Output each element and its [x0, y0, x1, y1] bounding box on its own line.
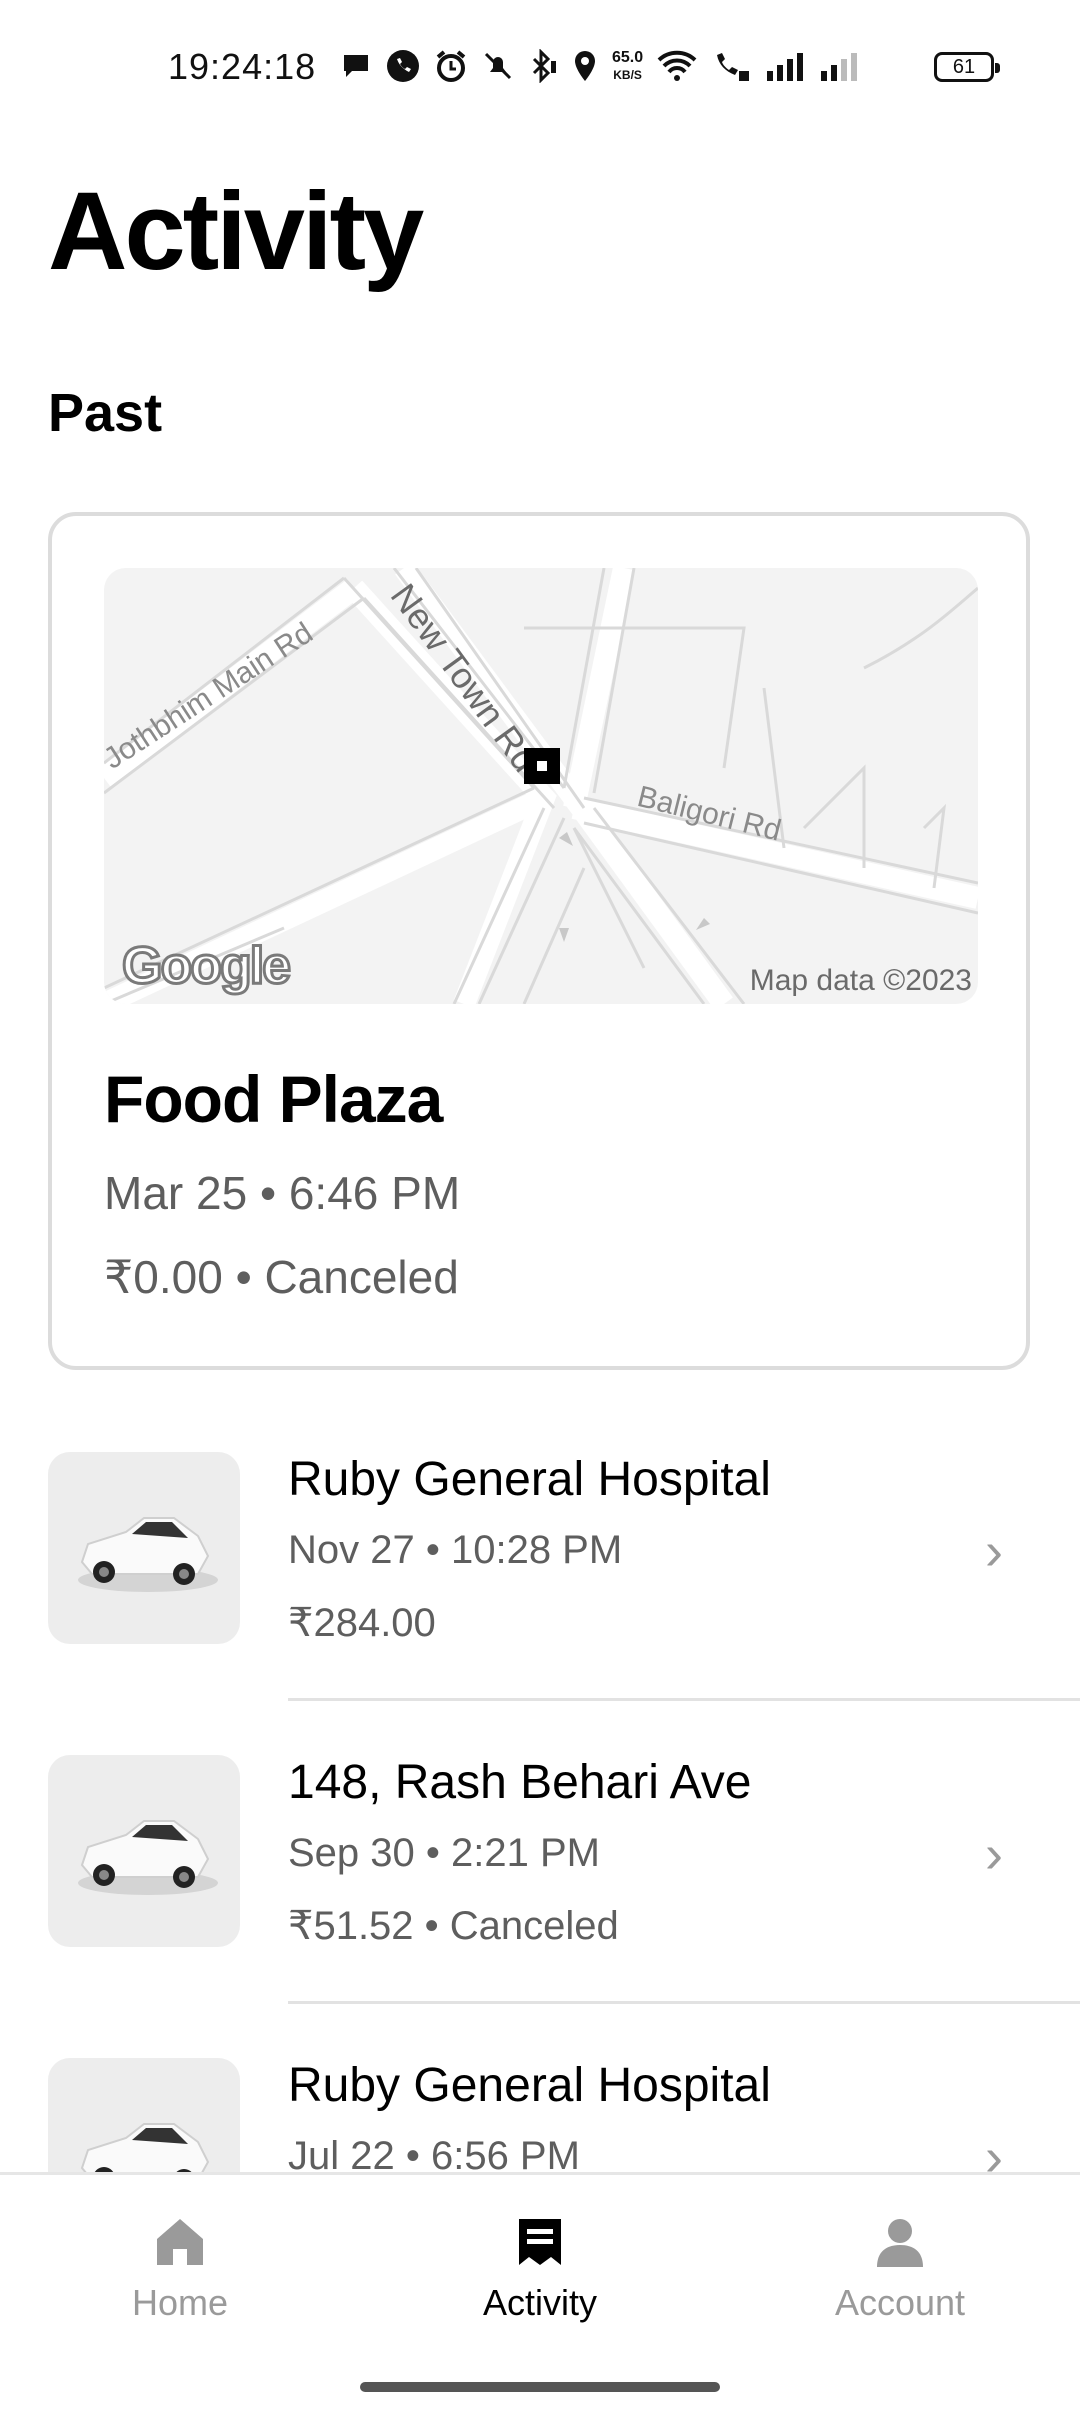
divider — [288, 1698, 1080, 1701]
featured-trip-datetime: Mar 25 • 6:46 PM — [104, 1167, 461, 1219]
car-thumbnail — [48, 1452, 240, 1644]
wifi-icon — [657, 50, 697, 81]
home-icon — [157, 2219, 203, 2265]
status-time: 19:24:18 — [168, 46, 317, 87]
trip-destination: Ruby General Hospital — [288, 2059, 771, 2112]
alarm-icon — [436, 50, 466, 82]
bottom-navigation: Home Activity Account — [0, 2172, 1080, 2415]
status-icons: 65.0 KB/S — [340, 44, 859, 88]
nav-tab-activity[interactable]: Activity — [420, 2215, 660, 2324]
nav-tab-home[interactable]: Home — [60, 2215, 300, 2324]
nav-label-activity: Activity — [482, 2282, 597, 2323]
wifi-call-icon — [717, 53, 750, 81]
featured-trip-price: ₹0.00 • Canceled — [104, 1251, 459, 1303]
page-title: Activity — [48, 170, 424, 293]
trip-list-item[interactable]: Ruby General Hospital Nov 27 • 10:28 PM … — [0, 1452, 1080, 1754]
trip-list-item[interactable]: 148, Rash Behari Ave Sep 30 • 2:21 PM ₹5… — [0, 1755, 1080, 2057]
chat-bubble-icon — [344, 55, 368, 77]
destination-pin-icon — [524, 748, 560, 784]
home-indicator[interactable] — [360, 2382, 720, 2392]
car-icon — [78, 1517, 218, 1592]
nav-tab-account[interactable]: Account — [780, 2215, 1020, 2324]
trip-datetime: Sep 30 • 2:21 PM — [288, 1831, 600, 1875]
trip-price: ₹51.52 • Canceled — [288, 1904, 619, 1948]
car-icon — [78, 1820, 218, 1895]
trip-price: ₹284.00 — [288, 1601, 436, 1645]
receipt-icon — [519, 2219, 561, 2265]
battery-level: 61 — [952, 55, 976, 78]
featured-trip-card[interactable]: Jothbhim Main Rd New Town Rd Baligori Rd… — [48, 512, 1030, 1370]
chevron-right-icon: › — [985, 1521, 1003, 1581]
phone-icon — [387, 50, 419, 82]
status-bar: 19:24:18 65.0 KB/S 61 — [0, 0, 1080, 130]
mute-icon — [484, 52, 512, 80]
nav-label-home: Home — [131, 2282, 229, 2323]
car-thumbnail — [48, 1755, 240, 1947]
google-logo: Google — [120, 936, 292, 997]
trip-datetime: Nov 27 • 10:28 PM — [288, 1528, 623, 1572]
featured-trip-title: Food Plaza — [104, 1062, 443, 1136]
divider — [288, 2001, 1080, 2004]
trip-map: Jothbhim Main Rd New Town Rd Baligori Rd… — [104, 568, 978, 1004]
section-heading-past: Past — [48, 383, 163, 443]
trip-destination: Ruby General Hospital — [288, 1453, 771, 1506]
speed-unit: KB/S — [613, 67, 642, 82]
speed-value: 65.0 — [612, 48, 644, 66]
trip-destination: 148, Rash Behari Ave — [288, 1756, 752, 1809]
chevron-right-icon: › — [985, 1824, 1003, 1884]
network-speed: 65.0 KB/S — [612, 49, 643, 84]
nav-label-account: Account — [834, 2282, 966, 2323]
battery-icon: 61 — [934, 52, 1000, 82]
person-icon — [877, 2219, 923, 2267]
signal-icon — [767, 53, 804, 81]
signal-weak-icon — [821, 53, 858, 81]
location-icon — [575, 51, 595, 81]
map-attribution: Map data ©2023 — [749, 964, 972, 997]
bluetooth-icon — [532, 49, 556, 83]
